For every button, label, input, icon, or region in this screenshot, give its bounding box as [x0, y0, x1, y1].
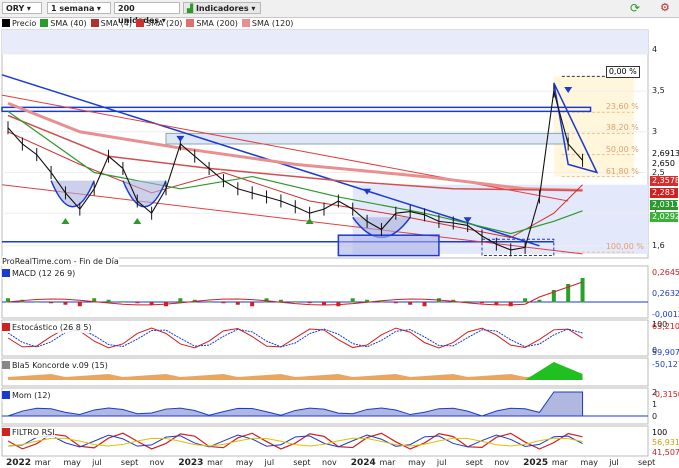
indicator-tag: 0,2645	[652, 268, 679, 277]
price-tag: 2,650	[650, 159, 678, 169]
price-tick-label: 4	[652, 45, 658, 55]
indicator-frame	[1, 425, 649, 457]
macd-bar	[537, 299, 542, 303]
rsi-title[interactable]: FILTRO RSI	[2, 427, 55, 438]
price-tag: 2,0292	[650, 212, 679, 222]
indicator-tag: -50,127	[652, 360, 679, 369]
macd-bar	[178, 298, 183, 303]
macd-bar	[34, 301, 39, 303]
stochastic-title[interactable]: Estocástico (26 8 5)	[2, 322, 92, 333]
macd-bar	[322, 302, 326, 305]
x-axis-label: sept	[293, 458, 311, 467]
x-axis-label: may	[408, 458, 426, 467]
price-tick-label: 3,5	[652, 86, 665, 96]
macd-bar	[350, 298, 355, 303]
price-tag: 2,6913	[650, 149, 679, 159]
price-panel	[1, 29, 649, 259]
macd-title[interactable]: MACD (12 26 9)	[2, 268, 76, 279]
x-axis-label: jul	[264, 458, 275, 467]
price-tick-label: 1,6	[652, 240, 665, 250]
x-axis-label: mar	[551, 458, 568, 467]
macd-bar	[250, 302, 255, 307]
fib-label: 61,80 %	[605, 166, 639, 176]
x-axis-label: mar	[379, 458, 396, 467]
macd-bar	[580, 278, 585, 303]
fib-label: 50,00 %	[605, 144, 639, 154]
x-axis-label: nov	[149, 458, 165, 467]
source-text: ProRealTime.com - Fin de Día	[2, 256, 119, 267]
x-axis-label: may	[580, 458, 598, 467]
x-axis-label: sept	[120, 458, 139, 467]
macd-bar	[135, 302, 140, 304]
macd-bar	[480, 302, 484, 304]
price-tag: 2,3578	[650, 176, 679, 186]
x-axis-label: 2022	[6, 458, 32, 468]
x-axis-label: 2025	[523, 458, 549, 468]
macd-bar	[508, 302, 513, 307]
x-axis-label: 2024	[350, 458, 376, 468]
momentum-tick-label: 0	[652, 412, 658, 421]
koncorde-title[interactable]: Bla5 Koncorde v.09 (15)	[2, 360, 108, 371]
x-axis-label: may	[235, 458, 254, 467]
macd-bar	[49, 302, 54, 304]
momentum-tick-label: 1	[652, 400, 658, 409]
x-axis-label: mar	[207, 458, 224, 467]
indicator-tag: 100	[652, 428, 668, 437]
price-tick-label: 3	[652, 126, 658, 136]
indicator-tag: 56,931	[652, 438, 679, 447]
x-axis-label: mar	[34, 458, 51, 467]
x-axis-label: nov	[322, 458, 337, 467]
chart-canvas[interactable]	[0, 0, 679, 468]
fib-label: 38,20 %	[605, 123, 639, 133]
x-axis-label: nov	[494, 458, 510, 467]
macd-bar	[77, 302, 82, 307]
macd-bar	[120, 301, 125, 303]
macd-bar	[293, 301, 298, 303]
macd-bar	[408, 302, 413, 305]
x-axis-label: sept	[638, 458, 656, 467]
consolidation-box	[337, 234, 440, 257]
macd-bar	[307, 302, 312, 304]
macd-bar	[422, 302, 427, 307]
fib-label: 0,00 %	[605, 66, 640, 79]
fib-label: 23,60 %	[605, 102, 639, 112]
macd-bar	[106, 299, 111, 303]
momentum-tick-label: 2	[652, 388, 658, 397]
momentum-title[interactable]: Mom (12)	[2, 390, 51, 401]
stochastic-tick-label: 0	[652, 346, 658, 355]
fib-label: 100,00 %	[605, 242, 644, 252]
indicator-tag: 41,507	[652, 448, 679, 457]
x-axis-label: sept	[465, 458, 483, 467]
supply-box	[165, 132, 569, 145]
macd-bar	[63, 302, 68, 305]
indicator-tag: 0,2632	[652, 289, 679, 298]
macd-bar	[207, 301, 212, 303]
x-axis-label: jul	[436, 458, 447, 467]
macd-bar	[221, 302, 226, 304]
x-axis-label: 2023	[178, 458, 204, 468]
macd-bar	[235, 302, 240, 305]
price-tag: 2,283	[650, 188, 678, 198]
x-axis-label: jul	[92, 458, 102, 467]
indicator-tag: -0,0012	[652, 310, 679, 319]
macd-bar	[523, 298, 528, 303]
x-axis-label: jul	[609, 458, 619, 467]
price-tag: 2,0311	[650, 200, 679, 210]
x-axis-label: may	[63, 458, 81, 467]
macd-bar	[393, 302, 398, 304]
indicator-frame	[1, 265, 649, 319]
stochastic-tick-label: 100	[652, 320, 668, 329]
macd-bar	[379, 301, 384, 303]
